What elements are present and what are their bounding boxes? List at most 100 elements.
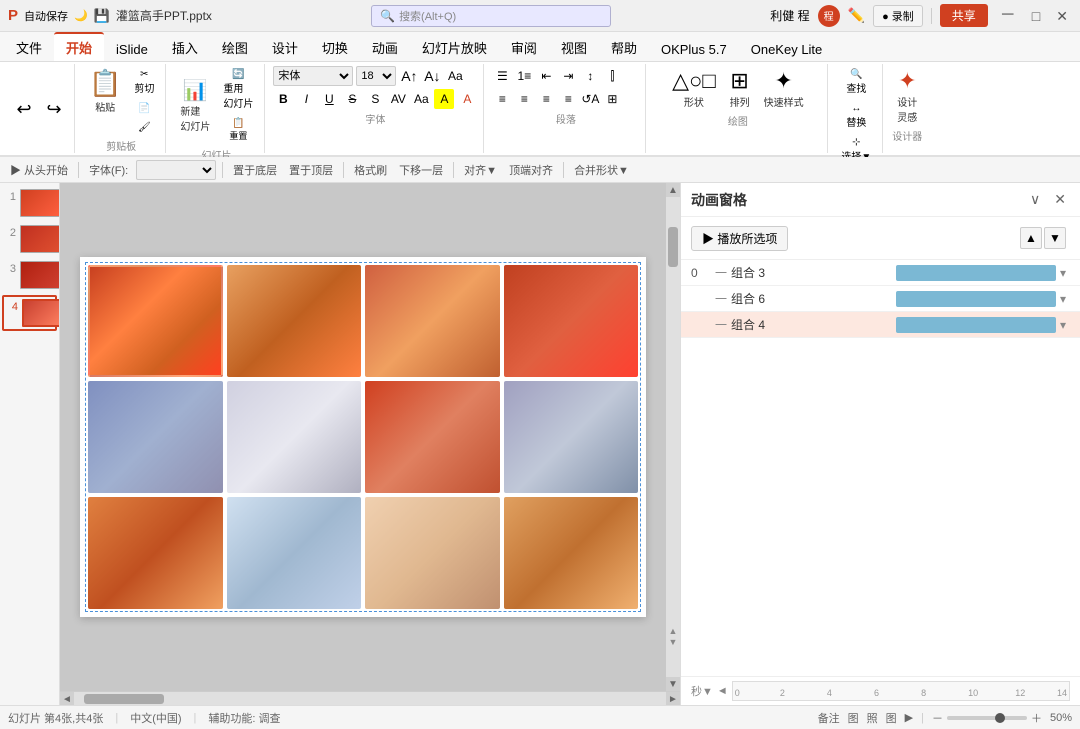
comments-btn[interactable]: 图 — [848, 710, 859, 726]
cut-btn[interactable]: ✂剪切 — [129, 66, 159, 98]
record-btn[interactable]: ● 录制 — [873, 5, 923, 27]
hscroll-thumb[interactable] — [84, 694, 164, 704]
hscroll-left-btn[interactable]: ◄ — [60, 692, 74, 705]
anim-row-menu-2[interactable]: ▾ — [1056, 318, 1070, 332]
font-size-select[interactable]: 18 — [356, 66, 396, 86]
zoom-slider[interactable]: － ＋ — [932, 710, 1042, 726]
slide-thumb-4[interactable]: 4 — [2, 295, 57, 331]
img-cell-10[interactable] — [227, 497, 362, 609]
hscroll-track[interactable] — [74, 692, 666, 705]
timeline-prev-btn[interactable]: ◄ — [717, 685, 728, 697]
anim-row-1[interactable]: 一 组合 6 ▾ — [681, 286, 1080, 312]
indent-dec-btn[interactable]: ⇤ — [536, 66, 556, 86]
replace-btn[interactable]: ↔替换 — [836, 100, 876, 132]
layout-btn[interactable]: 📋重置 — [218, 115, 258, 145]
anim-close-btn[interactable]: ✕ — [1050, 189, 1070, 210]
new-slide-btn[interactable]: 📊 新建幻灯片 — [174, 77, 216, 135]
view-reading-btn[interactable]: 图 — [886, 710, 897, 726]
close-btn[interactable]: ✕ — [1052, 9, 1072, 23]
indent-inc-btn[interactable]: ⇥ — [558, 66, 578, 86]
reuse-slide-btn[interactable]: 🔄重用幻灯片 — [218, 66, 258, 113]
align-center-btn[interactable]: ≡ — [514, 89, 534, 109]
tab-islide[interactable]: iSlide — [104, 38, 160, 61]
decrease-font-btn[interactable]: A↓ — [422, 66, 442, 86]
format-from-start[interactable]: ▶ 从头开始 — [6, 161, 72, 179]
maximize-btn[interactable]: □ — [1028, 9, 1044, 23]
view-slideshow-btn[interactable]: ▶ — [905, 711, 913, 724]
autosave-toggle[interactable]: 🌙 — [74, 9, 88, 22]
img-cell-11[interactable] — [365, 497, 500, 609]
zoom-in-btn[interactable]: ＋ — [1031, 710, 1042, 726]
format-painter-bar[interactable]: 格式刷 — [350, 161, 391, 179]
quick-styles-btn[interactable]: ✦ 快速样式 — [758, 66, 810, 111]
format-align[interactable]: 对齐▼ — [460, 161, 501, 179]
anim-row-2[interactable]: 一 组合 4 ▾ — [681, 312, 1080, 338]
search-bar[interactable]: 🔍 搜索(Alt+Q) — [371, 5, 611, 27]
slide-canvas[interactable] — [80, 257, 646, 617]
text-direction-btn[interactable]: ↺A — [580, 89, 600, 109]
tab-file[interactable]: 文件 — [4, 34, 54, 61]
slide-thumb-2[interactable]: 2 — [2, 223, 57, 255]
tab-animation[interactable]: 动画 — [360, 34, 410, 61]
undo-btn[interactable]: ↩ — [10, 97, 38, 121]
play-selected-btn[interactable]: ▶ 播放所选项 — [691, 226, 788, 251]
increase-font-btn[interactable]: A↑ — [399, 66, 419, 86]
anim-move-down-btn[interactable]: ▼ — [1044, 227, 1066, 249]
highlight-btn[interactable]: A — [434, 89, 454, 109]
shadow-btn[interactable]: S — [365, 89, 385, 109]
tab-transition[interactable]: 切换 — [310, 34, 360, 61]
tab-okplus[interactable]: OKPlus 5.7 — [649, 38, 739, 61]
notes-btn[interactable]: 备注 — [818, 710, 840, 726]
align-right-btn[interactable]: ≡ — [536, 89, 556, 109]
minimize-btn[interactable]: － — [996, 8, 1020, 24]
slide-thumb-1[interactable]: 1 — [2, 187, 57, 219]
img-cell-9[interactable] — [88, 497, 223, 609]
slide-thumb-3[interactable]: 3 — [2, 259, 57, 291]
font-case-btn[interactable]: Aa — [411, 89, 431, 109]
scroll-down-btn[interactable]: ▼ — [666, 677, 680, 691]
format-send-back[interactable]: 置于底层 — [229, 161, 281, 179]
format-painter-btn[interactable]: 🖌 — [129, 119, 159, 136]
accessibility-status[interactable]: 辅助功能: 调查 — [208, 710, 280, 726]
align-left-btn[interactable]: ≡ — [492, 89, 512, 109]
tab-design[interactable]: 设计 — [260, 34, 310, 61]
canvas-content[interactable] — [60, 183, 666, 691]
img-cell-5[interactable] — [88, 381, 223, 493]
tab-home[interactable]: 开始 — [54, 32, 104, 61]
format-merge-shapes[interactable]: 合并形状▼ — [570, 161, 633, 179]
anim-move-up-btn[interactable]: ▲ — [1020, 227, 1042, 249]
copy-btn[interactable]: 📄 — [129, 100, 159, 117]
img-cell-7[interactable] — [365, 381, 500, 493]
find-btn[interactable]: 🔍查找 — [836, 66, 876, 98]
img-cell-4[interactable] — [504, 265, 639, 377]
scroll-thumb[interactable] — [668, 227, 678, 267]
font-color-btn[interactable]: A — [457, 89, 477, 109]
tab-help[interactable]: 帮助 — [599, 34, 649, 61]
shapes-btn[interactable]: △○□ 形状 — [666, 66, 722, 111]
img-cell-2[interactable] — [227, 265, 362, 377]
scroll-mid-up[interactable]: ▲ — [669, 626, 678, 636]
tab-insert[interactable]: 插入 — [160, 34, 210, 61]
redo-btn[interactable]: ↪ — [40, 97, 68, 121]
zoom-out-btn[interactable]: － — [932, 710, 943, 726]
scroll-track[interactable]: ▲ ▼ — [666, 197, 680, 677]
format-top-align[interactable]: 顶端对齐 — [505, 161, 557, 179]
tab-draw[interactable]: 绘图 — [210, 34, 260, 61]
smart-art-btn[interactable]: ⊞ — [602, 89, 622, 109]
img-cell-6[interactable] — [227, 381, 362, 493]
format-send-backward[interactable]: 下移一层 — [395, 161, 447, 179]
strikethrough-btn[interactable]: S — [342, 89, 362, 109]
tab-view[interactable]: 视图 — [549, 34, 599, 61]
paste-btn[interactable]: 📋 粘贴 — [83, 66, 127, 116]
arrange-btn[interactable]: ⊞ 排列 — [724, 66, 756, 111]
anim-row-menu-0[interactable]: ▾ — [1056, 266, 1070, 280]
columns-btn[interactable]: ⫿ — [602, 66, 622, 86]
numbering-btn[interactable]: 1≡ — [514, 66, 534, 86]
hscroll-right-btn[interactable]: ► — [666, 692, 680, 705]
char-spacing-btn[interactable]: AV — [388, 89, 408, 109]
img-cell-1[interactable] — [88, 265, 223, 377]
edit-icon[interactable]: ✏️ — [848, 7, 865, 24]
zoom-track[interactable] — [947, 716, 1027, 720]
format-font-select[interactable] — [136, 160, 216, 180]
img-cell-3[interactable] — [365, 265, 500, 377]
